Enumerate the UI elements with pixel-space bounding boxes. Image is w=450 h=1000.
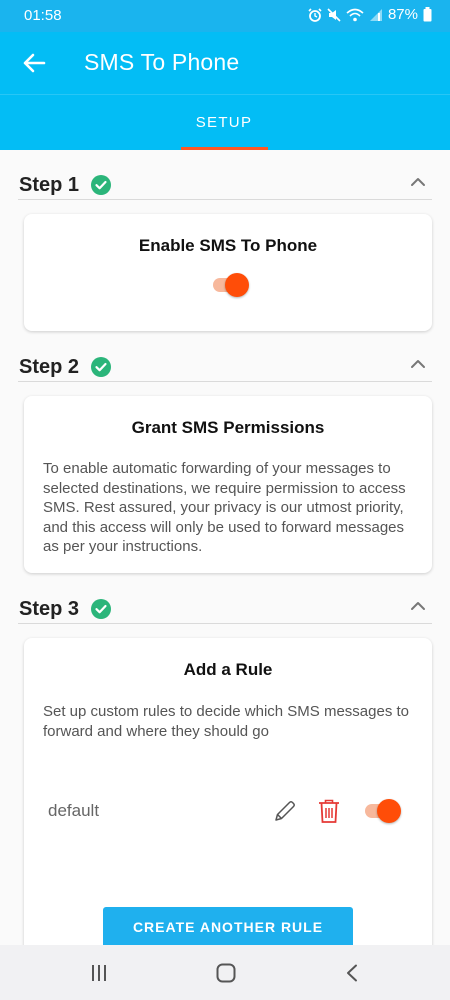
permissions-card: Grant SMS Permissions To enable automati… [24,396,432,573]
step-title: Step 1 [19,174,80,196]
arrow-left-icon[interactable] [20,49,48,77]
back-icon[interactable] [345,964,359,982]
toggle-thumb [225,273,249,297]
chevron-up-icon[interactable] [410,176,426,188]
status-icons: 87% [308,6,432,23]
check-circle-icon [91,599,111,619]
step-3-header[interactable]: Step 3 [18,576,432,624]
rule-toggle[interactable] [363,798,403,824]
edit-pencil-icon[interactable] [272,798,298,824]
alarm-icon [308,7,322,22]
step-1-header[interactable]: Step 1 [18,152,432,200]
recents-icon[interactable] [89,964,109,982]
card-title: Grant SMS Permissions [131,418,325,437]
home-icon[interactable] [216,963,236,983]
signal-icon [369,8,382,21]
check-circle-icon [91,357,111,377]
battery-percent: 87% [387,6,418,23]
step-title: Step 3 [19,598,80,620]
card-title: Enable SMS To Phone [138,236,318,255]
status-time: 01:58 [24,7,62,24]
card-description: Set up custom rules to decide which SMS … [43,703,410,740]
chevron-up-icon[interactable] [410,358,426,370]
battery-icon [423,7,432,22]
enable-toggle[interactable] [211,272,251,298]
app-bar: SMS To Phone [0,32,450,94]
rule-name: default [48,801,100,820]
check-circle-icon [91,175,111,195]
rules-card: Add a Rule Set up custom rules to decide… [24,638,432,945]
step-2-header[interactable]: Step 2 [18,334,432,382]
tab-bar-divider [0,94,450,95]
tab-setup[interactable]: SETUP [176,114,272,131]
enable-card: Enable SMS To Phone [24,214,432,331]
create-rule-button[interactable]: CREATE ANOTHER RULE [103,907,353,949]
tab-bar: SETUP [0,94,450,150]
page-title: SMS To Phone [84,49,240,75]
mute-icon [327,7,341,22]
card-description: To enable automatic forwarding of your m… [43,460,406,555]
status-bar: 01:58 87% [0,0,450,32]
delete-trash-icon[interactable] [317,798,341,824]
wifi-icon [346,8,364,21]
toggle-thumb [377,799,401,823]
chevron-up-icon[interactable] [410,600,426,612]
step-title: Step 2 [19,356,80,378]
system-nav-bar [0,945,450,1000]
setup-content[interactable]: Step 1 Enable SMS To Phone Step 2 Grant … [0,150,450,945]
card-title: Add a Rule [183,660,273,679]
